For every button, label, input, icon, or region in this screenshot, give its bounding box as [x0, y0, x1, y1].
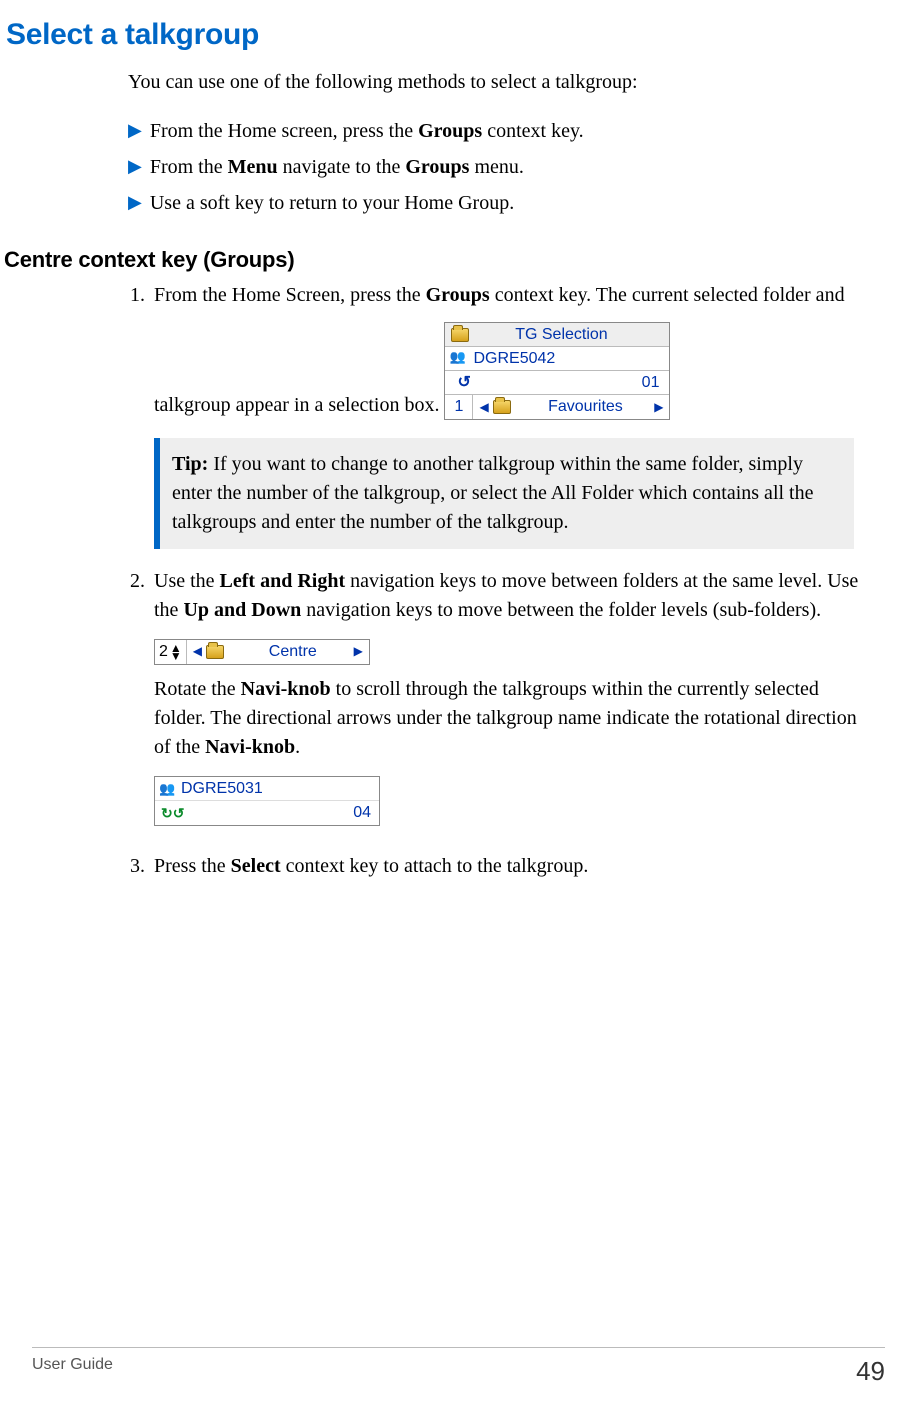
step-text: Rotate the	[154, 678, 241, 700]
step-bold: Select	[231, 855, 281, 877]
figure3-name: DGRE5031	[181, 777, 263, 800]
step-text: Use the	[154, 570, 220, 592]
figure3-count: 04	[353, 801, 371, 824]
group-icon	[159, 782, 179, 796]
step-bold: Navi-knob	[241, 678, 331, 700]
step-3: Press the Select context key to attach t…	[150, 852, 875, 881]
step-text: From the Home Screen, press the	[154, 284, 426, 306]
page-footer: User Guide 49	[32, 1347, 885, 1387]
figure2-number: 2	[159, 640, 168, 663]
group-icon	[449, 352, 469, 366]
figure-talkgroup-scroll: DGRE5031 ↻↺ 04	[154, 776, 380, 826]
list-item: ▶ From the Menu navigate to the Groups m…	[128, 153, 885, 181]
bullet-bold: Groups	[418, 120, 482, 142]
page-number: 49	[856, 1356, 885, 1387]
step-text: .	[295, 736, 300, 758]
bullet-text: menu.	[469, 156, 523, 178]
bullet-text: navigate to the	[278, 156, 406, 178]
bullet-triangle-icon: ▶	[128, 189, 142, 216]
right-arrow-icon: ▶	[654, 401, 663, 413]
list-item: ▶ Use a soft key to return to your Home …	[128, 189, 885, 217]
step-bold: Groups	[426, 284, 490, 306]
step-text: navigation keys to move between the fold…	[301, 599, 821, 621]
figure-title: TG Selection	[475, 327, 669, 343]
bullet-list: ▶ From the Home screen, press the Groups…	[128, 117, 885, 217]
footer-left: User Guide	[32, 1356, 113, 1387]
figure-tg-selection: TG Selection DGRE5042 ↺ 01 1 ◀ Favourite…	[444, 322, 670, 420]
step-bold: Left and Right	[220, 570, 346, 592]
right-arrow-icon: ▶	[354, 643, 363, 660]
step-1: From the Home Screen, press the Groups c…	[150, 281, 875, 549]
step-bold: Navi-knob	[205, 736, 295, 758]
section-heading: Centre context key (Groups)	[4, 247, 885, 273]
figure-count: 01	[642, 375, 660, 391]
figure-centre-nav: 2 ▲▼ ◀ Centre ▶	[154, 639, 370, 665]
step-bold: Up and Down	[183, 599, 301, 621]
figure-talkgroup-name: DGRE5042	[471, 351, 669, 367]
bullet-triangle-icon: ▶	[128, 117, 142, 144]
bullet-bold: Groups	[405, 156, 469, 178]
page-title: Select a talkgroup	[6, 18, 885, 52]
bullet-bold: Menu	[228, 156, 278, 178]
bullet-text: From the Home screen, press the	[150, 120, 418, 142]
list-item: ▶ From the Home screen, press the Groups…	[128, 117, 885, 145]
bullet-text: Use a soft key to return to your Home Gr…	[150, 192, 514, 214]
step-text: context key to attach to the talkgroup.	[281, 855, 589, 877]
rotate-arrows-icon: ↻↺	[161, 803, 184, 823]
tip-callout: Tip: If you want to change to another ta…	[154, 438, 854, 549]
intro-text: You can use one of the following methods…	[128, 70, 885, 95]
rotate-icon: ↺	[457, 375, 470, 391]
folder-icon	[493, 400, 511, 414]
figure2-label: Centre	[232, 640, 354, 663]
tip-label: Tip:	[172, 453, 208, 475]
bullet-text: context key.	[482, 120, 583, 142]
left-arrow-icon: ◀	[193, 643, 202, 660]
tip-text: If you want to change to another talkgro…	[172, 453, 813, 533]
folder-icon	[451, 328, 469, 342]
step-2: Use the Left and Right navigation keys t…	[150, 567, 875, 834]
bullet-text: From the	[150, 156, 228, 178]
ordered-steps: From the Home Screen, press the Groups c…	[150, 281, 885, 881]
figure-footer-num: 1	[455, 399, 464, 415]
step-text: Press the	[154, 855, 231, 877]
left-arrow-icon: ◀	[479, 401, 488, 413]
up-down-icon: ▲▼	[170, 644, 182, 660]
figure-footer-label: Favourites	[517, 399, 655, 415]
folder-icon	[206, 645, 224, 659]
bullet-triangle-icon: ▶	[128, 153, 142, 180]
